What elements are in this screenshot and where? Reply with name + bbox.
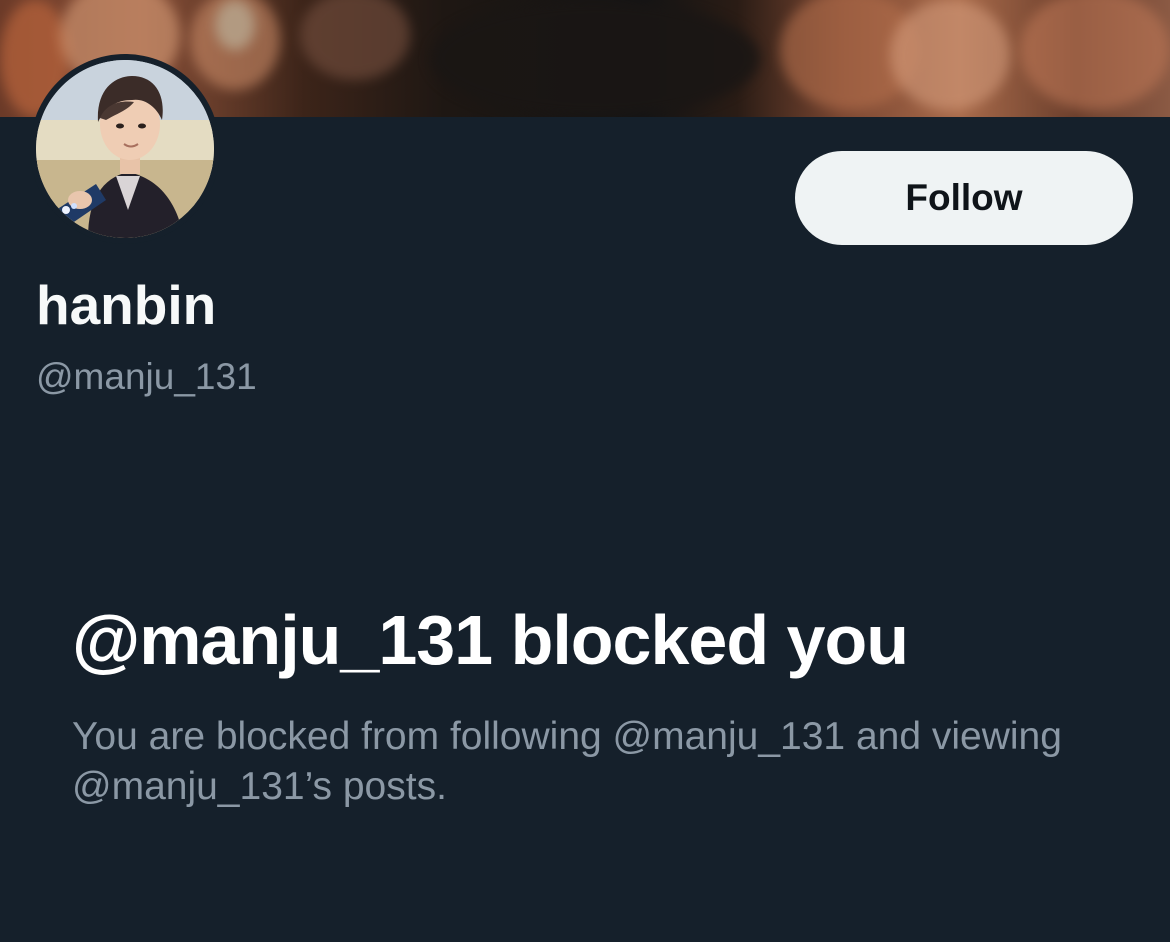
avatar[interactable] <box>30 54 220 244</box>
avatar-photo <box>36 60 214 238</box>
profile-handle: @manju_131 <box>36 356 257 397</box>
blocked-message-description: You are blocked from following @manju_13… <box>72 715 1062 808</box>
follow-button[interactable]: Follow <box>795 151 1133 245</box>
profile-display-name: hanbin <box>36 274 217 336</box>
blocked-message-title: @manju_131 blocked you <box>72 601 909 679</box>
